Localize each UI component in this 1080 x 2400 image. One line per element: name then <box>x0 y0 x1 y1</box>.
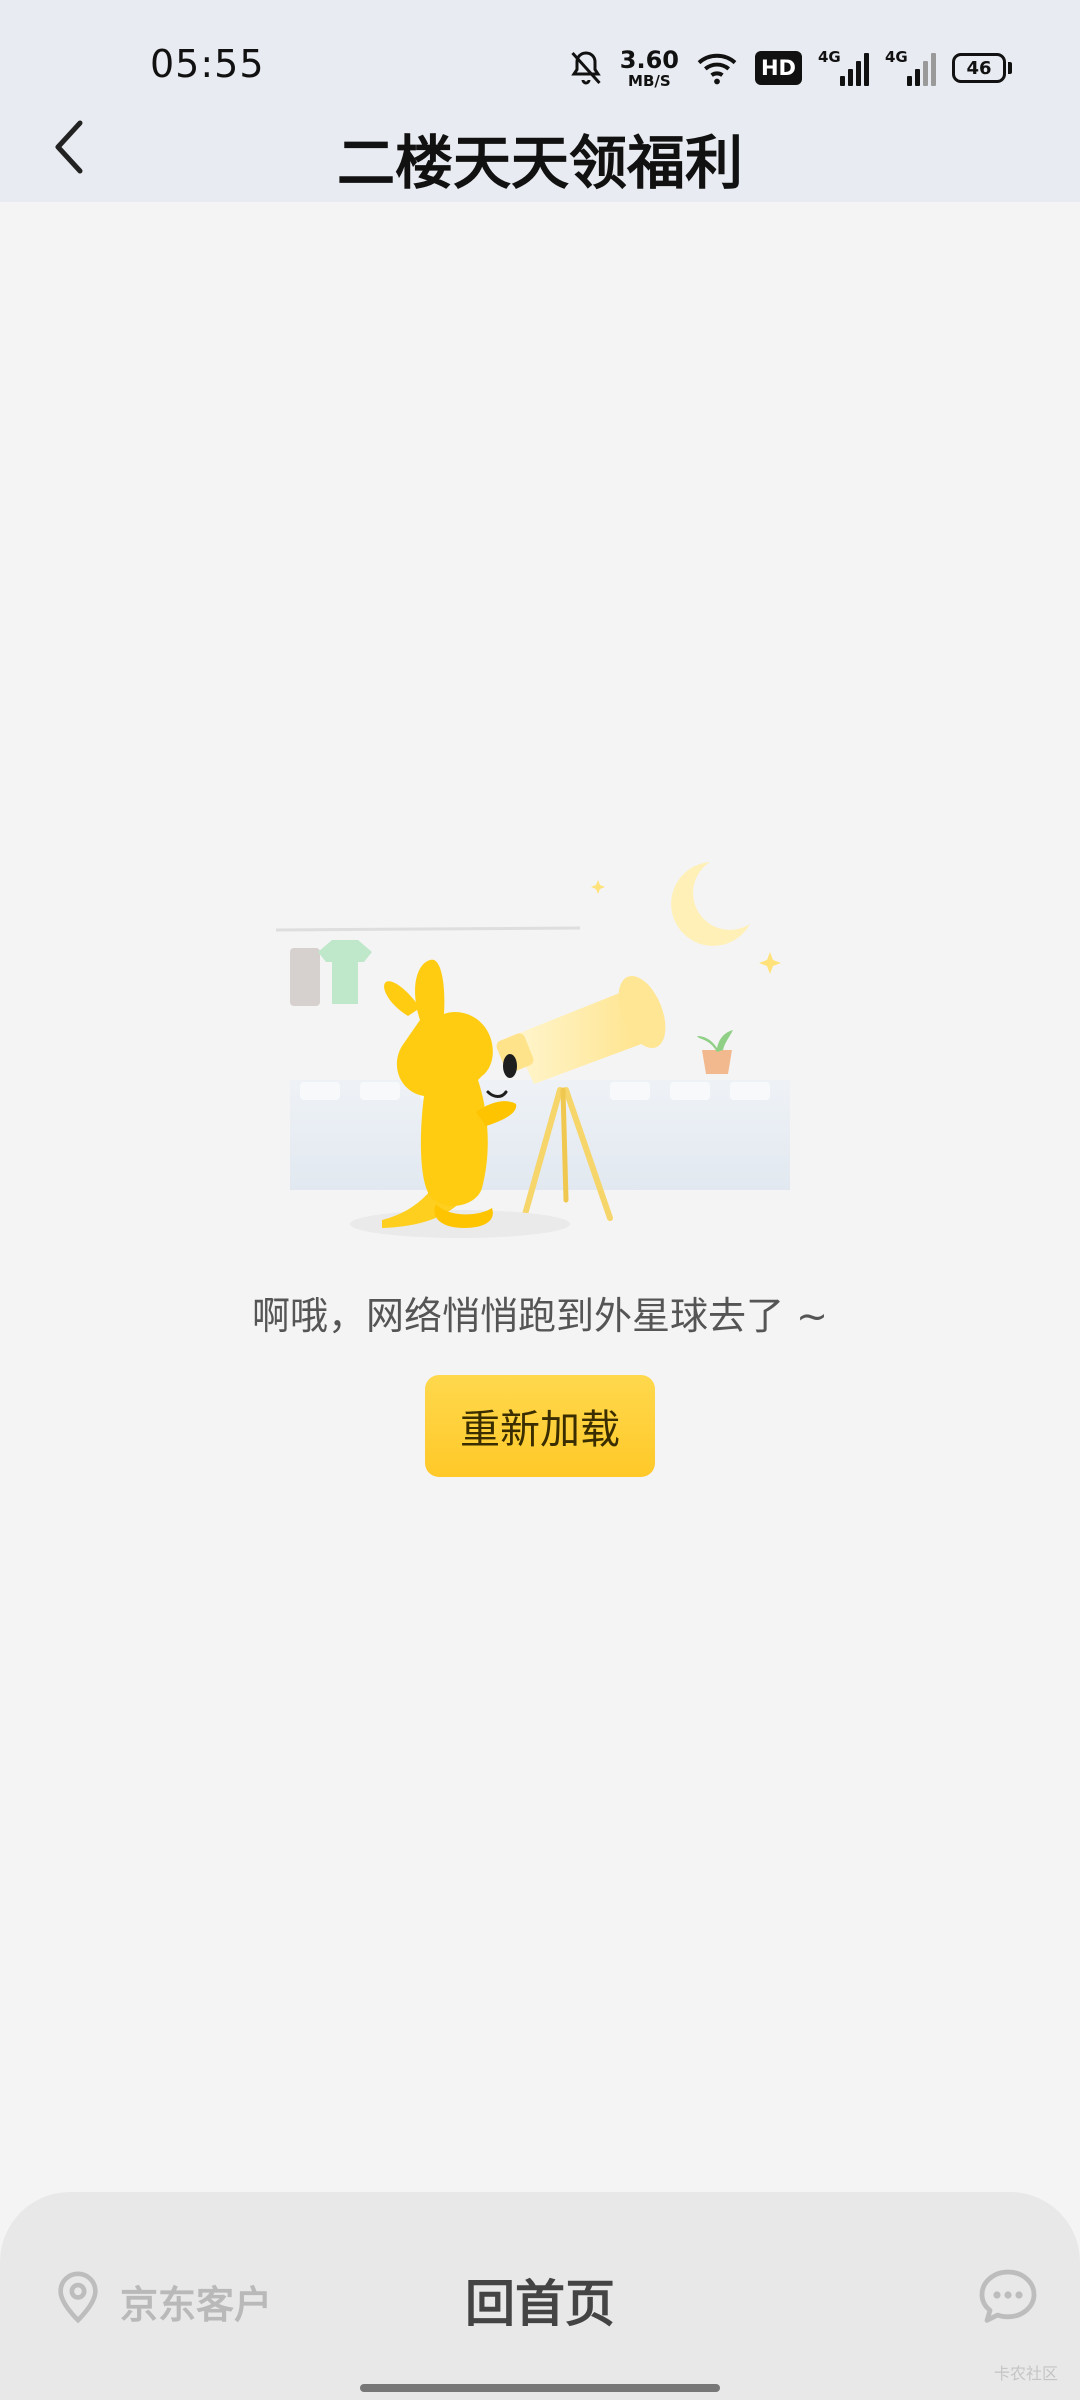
wifi-icon <box>697 53 737 85</box>
clock: 05:55 <box>150 42 265 86</box>
app-header: 05:55 3.60 MB/S HD 4G 4G 46 二楼天天领福利 <box>0 0 1080 202</box>
battery-level: 46 <box>952 53 1006 83</box>
network-type: 4G <box>818 48 841 66</box>
nav-bar: 二楼天天领福利 <box>0 112 1080 202</box>
signal-icon-2: 4G <box>885 48 936 86</box>
speed-value: 3.60 <box>619 45 679 74</box>
home-indicator[interactable] <box>360 2384 720 2392</box>
reload-button[interactable]: 重新加载 <box>425 1375 655 1477</box>
battery-icon: 46 <box>952 53 1012 83</box>
page-title: 二楼天天领福利 <box>336 129 743 197</box>
network-speed: 3.60 MB/S <box>620 48 679 89</box>
bottom-bar: 京东客户 回首页 <box>0 2192 1080 2400</box>
speed-unit: MB/S <box>628 71 671 90</box>
error-message: 啊哦，网络悄悄跑到外星球去了 ~ <box>252 1294 828 1338</box>
signal-icon: 4G <box>818 48 869 86</box>
network-error-illustration <box>275 862 790 1238</box>
watermark: 卡农社区 <box>993 2364 1058 2383</box>
bell-muted-icon <box>570 51 601 85</box>
home-button[interactable]: 回首页 <box>0 2264 1080 2336</box>
status-bar: 05:55 3.60 MB/S HD 4G 4G 46 <box>0 0 1080 130</box>
hd-voice-badge: HD <box>754 51 802 85</box>
network-type-2: 4G <box>885 48 908 66</box>
status-icons: 3.60 MB/S HD 4G 4G 46 <box>568 46 1012 90</box>
chat-icon[interactable] <box>978 2268 1038 2324</box>
